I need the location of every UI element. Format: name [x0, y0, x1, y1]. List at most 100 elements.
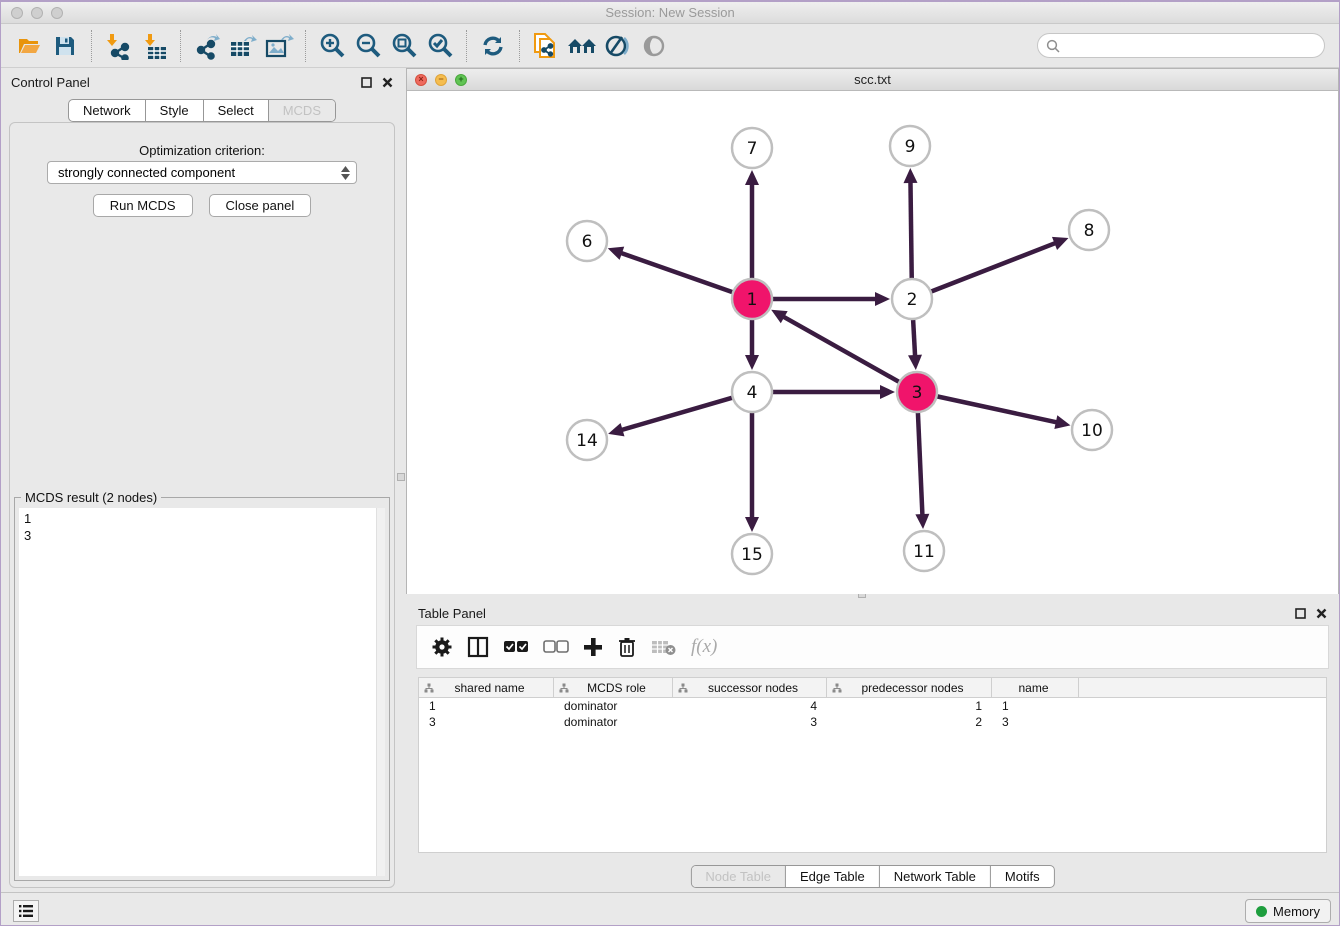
column-header-shared-name[interactable]: shared name: [419, 678, 554, 697]
table-row[interactable]: 3dominator323: [419, 714, 1326, 730]
graph-edge-3-11[interactable]: [918, 412, 923, 516]
status-bar: Memory: [1, 892, 1339, 926]
export-network-button[interactable]: [189, 28, 225, 64]
graph-node-label: 10: [1081, 421, 1103, 441]
style-button[interactable]: [600, 28, 636, 64]
mcds-result-line: 3: [24, 527, 380, 544]
function-builder-icon[interactable]: f(x): [691, 636, 717, 658]
table-cell[interactable]: 1: [992, 699, 1079, 713]
graph-edge-1-6[interactable]: [620, 253, 733, 293]
column-header-predecessor-nodes[interactable]: predecessor nodes: [827, 678, 992, 697]
table-panel-tabs: Node TableEdge TableNetwork TableMotifs: [690, 865, 1054, 888]
toolbar-separator: [91, 30, 92, 62]
horizontal-splitter-handle[interactable]: [397, 473, 405, 481]
table-cell[interactable]: dominator: [554, 699, 673, 713]
table-cell[interactable]: dominator: [554, 715, 673, 729]
new-network-from-selection-button[interactable]: [528, 28, 564, 64]
float-panel-icon[interactable]: [361, 77, 372, 88]
graph-edge-2-9[interactable]: [910, 181, 911, 279]
style-icon: [604, 33, 632, 59]
export-network-icon: [193, 32, 221, 60]
table-cell[interactable]: 3: [419, 715, 554, 729]
tab-mcds[interactable]: MCDS: [268, 100, 335, 121]
export-table-button[interactable]: [225, 28, 261, 64]
tree-icon: [424, 683, 434, 693]
deselect-all-columns-icon[interactable]: [543, 640, 569, 654]
export-image-button[interactable]: [261, 28, 297, 64]
memory-status-icon: [1256, 906, 1267, 917]
graph-edge-arrowhead: [745, 170, 759, 185]
table-cell[interactable]: 4: [673, 699, 827, 713]
optimization-criterion-label: Optimization criterion:: [10, 143, 394, 158]
result-scrollbar[interactable]: [376, 508, 385, 876]
delete-table-icon[interactable]: [651, 638, 677, 656]
tab-node-table[interactable]: Node Table: [691, 866, 785, 887]
memory-button[interactable]: Memory: [1245, 899, 1331, 923]
graph-node-label: 2: [907, 290, 918, 310]
close-panel-icon[interactable]: [1316, 608, 1327, 619]
column-header-MCDS-role[interactable]: MCDS role: [554, 678, 673, 697]
titlebar: Session: New Session: [1, 2, 1339, 24]
graph-edge-4-14[interactable]: [621, 398, 733, 431]
zoom-in-button[interactable]: [314, 28, 350, 64]
network-canvas[interactable]: 1234678910111415: [407, 91, 1338, 594]
first-neighbors-button[interactable]: [564, 28, 600, 64]
run-mcds-button[interactable]: Run MCDS: [93, 194, 193, 217]
criterion-dropdown[interactable]: strongly connected component: [47, 161, 357, 184]
graph-edge-3-10[interactable]: [937, 396, 1058, 422]
task-history-button[interactable]: [13, 900, 39, 922]
table-cell[interactable]: 3: [673, 715, 827, 729]
close-panel-icon[interactable]: [382, 77, 393, 88]
import-table-icon: [140, 32, 168, 60]
open-session-button[interactable]: [11, 28, 47, 64]
search-input[interactable]: [1065, 38, 1316, 53]
settings-gear-icon[interactable]: [431, 636, 453, 658]
tree-icon: [832, 683, 842, 693]
show-graphics-details-button[interactable]: [636, 28, 672, 64]
mcds-result-groupbox: MCDS result (2 nodes) 13: [14, 497, 390, 881]
zoom-selected-button[interactable]: [422, 28, 458, 64]
tab-edge-table[interactable]: Edge Table: [785, 866, 879, 887]
control-panel-title: Control Panel: [11, 75, 90, 90]
table-cell[interactable]: 3: [992, 715, 1079, 729]
tab-select[interactable]: Select: [203, 100, 268, 121]
criterion-value: strongly connected component: [58, 165, 235, 180]
close-panel-button[interactable]: Close panel: [209, 194, 312, 217]
graph-node-label: 15: [741, 545, 763, 565]
column-header-successor-nodes[interactable]: successor nodes: [673, 678, 827, 697]
tab-motifs[interactable]: Motifs: [990, 866, 1054, 887]
import-network-button[interactable]: [100, 28, 136, 64]
import-table-button[interactable]: [136, 28, 172, 64]
mcds-result-textarea[interactable]: 13: [19, 508, 385, 876]
column-header-name[interactable]: name: [992, 678, 1079, 697]
tab-network[interactable]: Network: [69, 100, 145, 121]
search-icon: [1046, 39, 1060, 53]
network-window-titlebar: × − + scc.txt: [407, 69, 1338, 91]
graph-edge-2-8[interactable]: [931, 243, 1057, 292]
table-cell[interactable]: 1: [419, 699, 554, 713]
table-panel: Table Panel: [406, 599, 1339, 892]
tab-style[interactable]: Style: [145, 100, 203, 121]
graph-node-label: 9: [905, 137, 916, 157]
column-visibility-icon[interactable]: [467, 636, 489, 658]
delete-column-trash-icon[interactable]: [617, 636, 637, 658]
add-column-icon[interactable]: [583, 637, 603, 657]
table-cell[interactable]: 1: [827, 699, 992, 713]
toolbar-separator: [519, 30, 520, 62]
table-row[interactable]: 1dominator411: [419, 698, 1326, 714]
table-header-row: shared nameMCDS rolesuccessor nodesprede…: [419, 678, 1326, 698]
float-panel-icon[interactable]: [1295, 608, 1306, 619]
zoom-out-button[interactable]: [350, 28, 386, 64]
select-all-columns-icon[interactable]: [503, 640, 529, 654]
graph-edge-3-1[interactable]: [782, 316, 899, 382]
table-cell[interactable]: 2: [827, 715, 992, 729]
zoom-fit-button[interactable]: [386, 28, 422, 64]
zoom-in-icon: [318, 32, 346, 60]
tab-network-table[interactable]: Network Table: [879, 866, 990, 887]
graph-node-label: 7: [747, 139, 758, 159]
graph-edge-2-3[interactable]: [913, 319, 915, 357]
refresh-button[interactable]: [475, 28, 511, 64]
graph-node-label: 8: [1084, 221, 1095, 241]
save-session-button[interactable]: [47, 28, 83, 64]
mcds-panel: Optimization criterion: strongly connect…: [9, 122, 395, 888]
